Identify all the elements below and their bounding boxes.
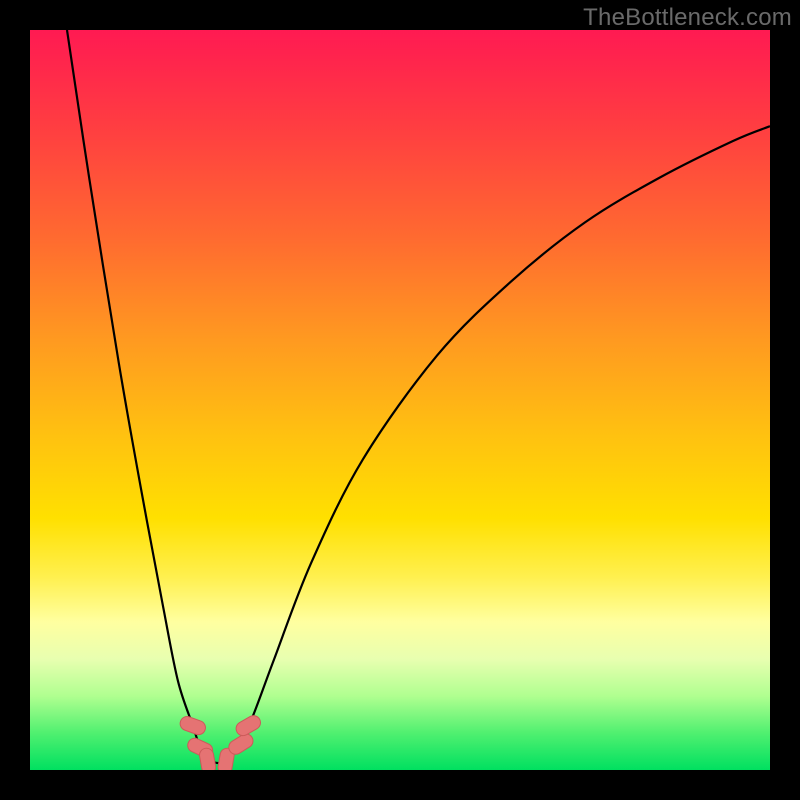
chart-svg [30, 30, 770, 770]
curve-layer [67, 30, 770, 763]
chart-plot-area [30, 30, 770, 770]
curve-marker [198, 747, 216, 770]
watermark-text: TheBottleneck.com [583, 4, 792, 32]
curve-marker [178, 715, 207, 737]
bottleneck-curve [67, 30, 770, 763]
marker-layer [178, 713, 263, 770]
chart-frame: TheBottleneck.com [0, 0, 800, 800]
